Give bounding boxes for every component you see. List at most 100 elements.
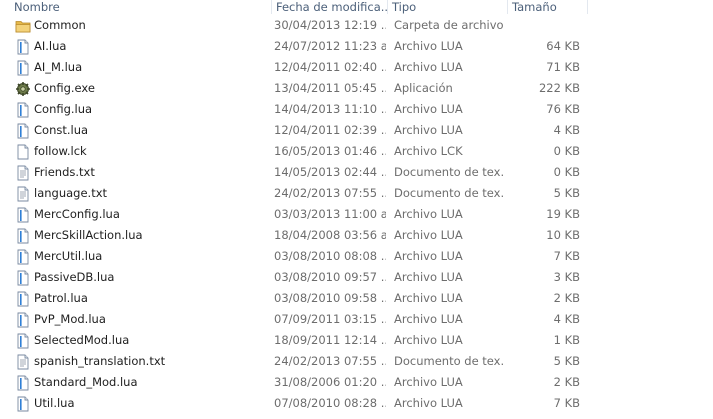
file-row[interactable]: PvP_Mod.lua 07/09/2011 03:15 ... Archivo L…: [0, 309, 713, 330]
file-name: PassiveDB.lua: [34, 270, 115, 284]
file-date-modified: 03/08/2010 08:08 ...: [274, 249, 386, 263]
file-size: 64 KB: [546, 39, 580, 53]
file-row[interactable]: AI.lua 24/07/2012 11:23 a... Archivo LUA 64…: [0, 36, 713, 57]
file-list: Common 30/04/2013 12:19 ... Carpeta de arc…: [0, 15, 713, 414]
text-file-icon: [15, 186, 31, 202]
file-icon: [15, 228, 31, 244]
file-size: 1 KB: [553, 333, 580, 347]
file-row[interactable]: MercUtil.lua 03/08/2010 08:08 ... Archivo …: [0, 246, 713, 267]
column-header-name-label: Nombre: [14, 0, 60, 14]
file-row[interactable]: Const.lua 12/04/2011 02:39 ... Archivo LUA…: [0, 120, 713, 141]
file-icon: [15, 60, 31, 76]
file-date-modified: 24/07/2012 11:23 a...: [274, 39, 386, 53]
file-size: 4 KB: [553, 312, 580, 326]
file-icon: [15, 333, 31, 349]
file-size: [510, 15, 580, 36]
file-row[interactable]: Patrol.lua 03/08/2010 09:58 ... Archivo LU…: [0, 288, 713, 309]
column-divider[interactable]: [587, 0, 588, 14]
file-size: 222 KB: [538, 81, 580, 95]
file-size: 5 KB: [553, 186, 580, 200]
file-name: Common: [34, 18, 86, 32]
file-row[interactable]: PassiveDB.lua 03/08/2010 09:57 ... Archivo…: [0, 267, 713, 288]
column-header-type[interactable]: Tipo: [388, 0, 508, 14]
file-size: 76 KB: [546, 102, 580, 116]
file-row[interactable]: spanish_translation.txt 24/02/2013 07:55 …: [0, 351, 713, 372]
file-icon: [15, 207, 31, 223]
file-type: Archivo LUA: [394, 60, 463, 74]
file-icon: [15, 123, 31, 139]
file-name: Config.lua: [34, 102, 93, 116]
file-type: Documento de tex...: [394, 165, 504, 179]
file-row[interactable]: Friends.txt 14/05/2013 02:44 ... Documento…: [0, 162, 713, 183]
file-row[interactable]: Config.lua 14/04/2013 11:10 ... Archivo LU…: [0, 99, 713, 120]
blank-file-icon: [15, 144, 31, 160]
file-type: Archivo LUA: [394, 102, 463, 116]
file-type: Archivo LCK: [394, 144, 463, 158]
file-date-modified: 03/08/2010 09:57 ...: [274, 270, 386, 284]
file-name: spanish_translation.txt: [34, 354, 166, 368]
file-icon: [15, 396, 31, 412]
file-name: Config.exe: [34, 81, 95, 95]
file-size: 2 KB: [553, 291, 580, 305]
file-name: follow.lck: [34, 144, 87, 158]
file-type: Archivo LUA: [394, 312, 463, 326]
file-size: 0 KB: [553, 144, 580, 158]
file-row[interactable]: Common 30/04/2013 12:19 ... Carpeta de arc…: [0, 15, 713, 36]
file-type: Carpeta de archivos: [394, 18, 504, 32]
file-row[interactable]: language.txt 24/02/2013 07:55 ... Document…: [0, 183, 713, 204]
file-name: AI_M.lua: [34, 60, 83, 74]
file-name: Friends.txt: [34, 165, 95, 179]
folder-icon: [15, 18, 31, 34]
file-size: 10 KB: [546, 228, 580, 242]
file-date-modified: 16/05/2013 01:46 ...: [274, 144, 386, 158]
text-file-icon: [15, 354, 31, 370]
file-row[interactable]: Util.lua 07/08/2010 08:28 ... Archivo LUA 7…: [0, 393, 713, 414]
file-size: 7 KB: [553, 249, 580, 263]
column-header-type-label: Tipo: [392, 0, 417, 14]
file-size: 71 KB: [546, 60, 580, 74]
file-row[interactable]: Config.exe 13/04/2011 05:45 ... Aplicación…: [0, 78, 713, 99]
file-date-modified: 03/08/2010 09:58 ...: [274, 291, 386, 305]
file-size: 7 KB: [553, 396, 580, 410]
file-icon: [15, 375, 31, 391]
file-type: Archivo LUA: [394, 228, 463, 242]
file-type: Documento de tex...: [394, 354, 504, 368]
file-type: Archivo LUA: [394, 39, 463, 53]
file-date-modified: 12/04/2011 02:40 ...: [274, 60, 386, 74]
file-name: Patrol.lua: [34, 291, 88, 305]
file-date-modified: 14/04/2013 11:10 ...: [274, 102, 386, 116]
file-icon: [15, 249, 31, 265]
file-name: Standard_Mod.lua: [34, 375, 138, 389]
file-type: Aplicación: [394, 81, 453, 95]
file-icon: [15, 312, 31, 328]
file-row[interactable]: Standard_Mod.lua 31/08/2006 01:20 ... Arch…: [0, 372, 713, 393]
file-row[interactable]: MercSkillAction.lua 18/04/2008 03:56 a...…: [0, 225, 713, 246]
file-date-modified: 30/04/2013 12:19 ...: [274, 18, 386, 32]
file-row[interactable]: MercConfig.lua 03/03/2013 11:00 a... Archi…: [0, 204, 713, 225]
file-row[interactable]: AI_M.lua 12/04/2011 02:40 ... Archivo LUA 7…: [0, 57, 713, 78]
exe-icon: [15, 81, 31, 97]
column-header-name[interactable]: Nombre: [10, 0, 272, 14]
file-type: Archivo LUA: [394, 249, 463, 263]
file-name: MercSkillAction.lua: [34, 228, 143, 242]
file-name: AI.lua: [34, 39, 67, 53]
file-date-modified: 18/09/2011 12:14 ...: [274, 333, 386, 347]
file-date-modified: 03/03/2013 11:00 a...: [274, 207, 386, 221]
file-type: Archivo LUA: [394, 270, 463, 284]
file-type: Archivo LUA: [394, 396, 463, 410]
text-file-icon: [15, 165, 31, 181]
file-date-modified: 18/04/2008 03:56 a...: [274, 228, 386, 242]
column-header-size-label: Tamaño: [512, 0, 557, 14]
file-size: 0 KB: [553, 165, 580, 179]
file-size: 4 KB: [553, 123, 580, 137]
file-name: Util.lua: [34, 396, 75, 410]
column-header-size[interactable]: Tamaño: [508, 0, 588, 14]
column-header-date-label: Fecha de modifica...: [276, 0, 388, 14]
file-icon: [15, 270, 31, 286]
file-size: 19 KB: [546, 207, 580, 221]
file-row[interactable]: SelectedMod.lua 18/09/2011 12:14 ... Archi…: [0, 330, 713, 351]
file-name: Const.lua: [34, 123, 89, 137]
file-row[interactable]: follow.lck 16/05/2013 01:46 ... Archivo LC…: [0, 141, 713, 162]
file-date-modified: 24/02/2013 07:55 ...: [274, 186, 386, 200]
column-header-date[interactable]: Fecha de modifica...: [272, 0, 388, 14]
